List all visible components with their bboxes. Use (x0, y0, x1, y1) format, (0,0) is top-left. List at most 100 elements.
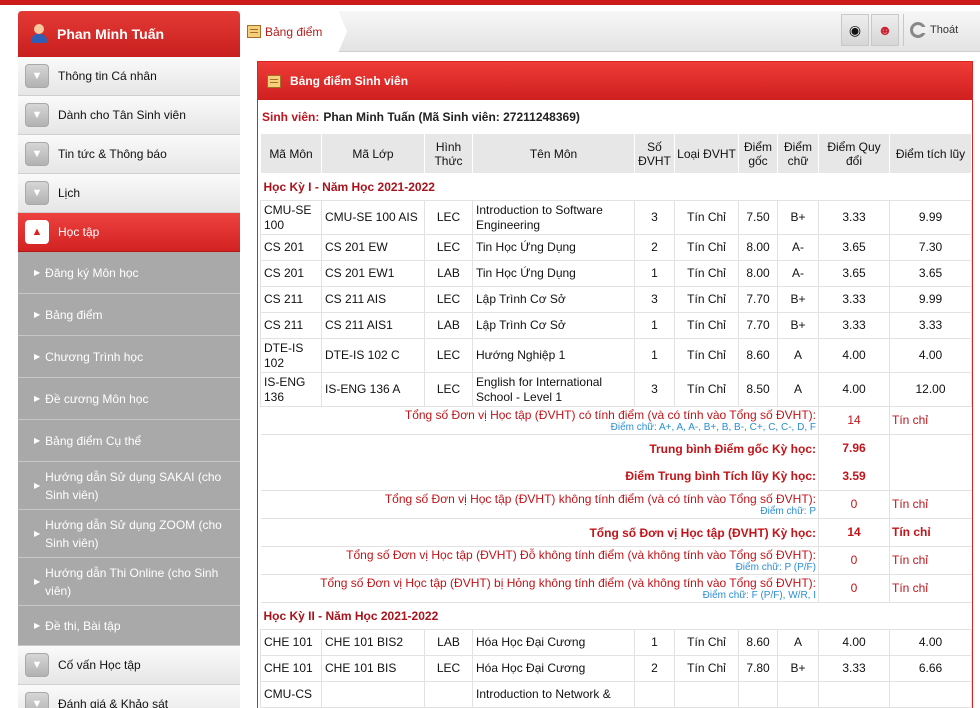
table-cell: IS-ENG 136 A (321, 372, 425, 407)
table-cell: A- (777, 260, 819, 287)
table-cell: 3.65 (889, 260, 972, 287)
table-cell: 3 (634, 200, 675, 235)
table-cell: CHE 101 (260, 629, 322, 656)
breadcrumb[interactable]: Bảng điểm (241, 11, 347, 52)
student-label: Sinh viên: (262, 109, 320, 124)
table-cell: 7.80 (738, 655, 778, 682)
table-cell: Hóa Học Đại Cương (472, 629, 635, 656)
sidebar-user-header[interactable]: Phan Minh Tuấn (18, 11, 240, 57)
arrow-right-icon: ▶ (34, 528, 41, 538)
table-row: CHE 101 CHE 101 BIS2 LAB Hóa Học Đại Cương 1… (260, 629, 972, 656)
table-cell: 4.00 (818, 629, 890, 656)
semester-header: Học Kỳ I - Năm Học 2021-2022 (260, 173, 972, 201)
table-cell: CS 211 (260, 286, 322, 313)
sidebar-subitem-zoom-guide[interactable]: ▶ Hướng dẫn Sử dụng ZOOM (cho Sinh viên) (18, 510, 240, 558)
table-cell: CS 211 AIS1 (321, 312, 425, 339)
profile-icon[interactable]: ☻ (871, 14, 899, 46)
user-icon (30, 24, 48, 44)
table-cell: LEC (424, 200, 473, 235)
sidebar-subitem-course-registration[interactable]: ▶ Đăng ký Môn học (18, 252, 240, 294)
chevron-down-icon: ▼ (25, 142, 49, 166)
table-cell: Hóa Học Đại Cương (472, 655, 635, 682)
summary-value: 14 (818, 406, 890, 435)
sidebar-subitem-curriculum[interactable]: ▶ Chương Trình học (18, 336, 240, 378)
table-cell: Tín Chỉ (674, 312, 739, 339)
logout-button[interactable]: Thoát (903, 14, 980, 46)
table-cell: Tín Chỉ (674, 629, 739, 656)
sidebar-item-evaluation-survey[interactable]: ▼ Đánh giá & Khảo sát (18, 685, 240, 708)
summary-value: 7.96 (818, 434, 890, 463)
table-cell: A (777, 372, 819, 407)
table-cell: A (777, 338, 819, 373)
table-cell: CS 201 (260, 260, 322, 287)
chevron-down-icon: ▼ (25, 692, 49, 708)
table-cell: LAB (424, 629, 473, 656)
summary-value: 3.59 (818, 462, 890, 491)
table-cell: 7.50 (738, 200, 778, 235)
table-cell: 3.65 (818, 260, 890, 287)
table-cell: Tín Chỉ (674, 338, 739, 373)
table-cell: 9.99 (889, 286, 972, 313)
table-cell (777, 681, 819, 708)
sidebar-subitem-sakai-guide[interactable]: ▶ Hướng dẫn Sử dụng SAKAI (cho Sinh viên… (18, 462, 240, 510)
sidebar-item-label: Đánh giá & Khảo sát (58, 697, 169, 708)
transcript-panel: Bảng điểm Sinh viên Sinh viên: Phan Minh… (257, 61, 973, 708)
sidebar-item-calendar[interactable]: ▼ Lịch (18, 174, 240, 213)
webcam-icon[interactable]: ◉ (841, 14, 869, 46)
sidebar-subitem-transcript[interactable]: ▶ Bảng điểm (18, 294, 240, 336)
sidebar-subitem-label: Hướng dẫn Sử dụng ZOOM (cho Sinh viên) (45, 517, 222, 550)
sidebar-subitem-label: Đăng ký Môn học (45, 265, 139, 280)
sidebar-subitem-detailed-transcript[interactable]: ▶ Bảng điểm Cụ thể (18, 420, 240, 462)
summary-label: Tổng số Đơn vị Học tập (ĐVHT) Kỳ học: (589, 525, 816, 540)
table-cell: A- (777, 234, 819, 261)
power-icon (910, 22, 928, 38)
sidebar-subitem-syllabus[interactable]: ▶ Đề cương Môn học (18, 378, 240, 420)
table-cell: LAB (424, 260, 473, 287)
table-cell: Hướng Nghiệp 1 (472, 338, 635, 373)
table-cell: CMU-CS (260, 681, 322, 708)
table-cell: Tin Học Ứng Dụng (472, 234, 635, 261)
summary-label: Điểm Trung bình Tích lũy Kỳ học: (625, 469, 816, 484)
summary-row-ungraded: Tổng số Đơn vị Học tập (ĐVHT) không tính… (260, 490, 972, 519)
sidebar-subitem-exams-assignments[interactable]: ▶ Đề thi, Bài tập (18, 606, 240, 646)
sidebar-item-label: Thông tin Cá nhân (58, 69, 157, 83)
table-cell: 3 (634, 286, 675, 313)
sidebar-item-label: Cố vấn Học tập (58, 658, 141, 672)
summary-value: 0 (818, 546, 890, 575)
table-cell: IS-ENG 136 (260, 372, 322, 407)
table-cell: 8.50 (738, 372, 778, 407)
col-header: Loại ĐVHT (674, 133, 739, 174)
sidebar-item-study[interactable]: ▲ Học tập (18, 213, 240, 252)
sidebar-item-academic-advisor[interactable]: ▼ Cố vấn Học tập (18, 646, 240, 685)
table-cell: CS 211 AIS (321, 286, 425, 313)
table-cell (424, 681, 473, 708)
table-cell: 4.00 (889, 338, 972, 373)
table-cell: LEC (424, 234, 473, 261)
summary-unit: Tín chỉ (889, 406, 972, 435)
table-cell: DTE-IS 102 (260, 338, 322, 373)
student-info: Sinh viên: Phan Minh Tuấn (Mã Sinh viên:… (258, 100, 972, 133)
summary-unit-empty (890, 463, 972, 491)
table-cell: LEC (424, 286, 473, 313)
sidebar-subitem-label: Chương Trình học (45, 349, 144, 364)
summary-value: 0 (818, 574, 890, 603)
summary-row-pass: Tổng số Đơn vị Học tập (ĐVHT) Đỗ không t… (260, 546, 972, 575)
table-cell: English for International School - Level… (472, 372, 635, 407)
summary-value: 14 (818, 518, 890, 547)
chevron-up-icon: ▲ (25, 220, 49, 244)
table-cell: 7.70 (738, 312, 778, 339)
table-cell: LAB (424, 312, 473, 339)
table-cell: 8.00 (738, 260, 778, 287)
table-cell: Tín Chỉ (674, 200, 739, 235)
arrow-right-icon: ▶ (34, 393, 41, 403)
sidebar-item-personal-info[interactable]: ▼ Thông tin Cá nhân (18, 57, 240, 96)
sidebar-item-new-students[interactable]: ▼ Dành cho Tân Sinh viên (18, 96, 240, 135)
sidebar-item-label: Tin tức & Thông báo (58, 147, 167, 161)
table-cell: 3.65 (818, 234, 890, 261)
sidebar-subitem-online-exam-guide[interactable]: ▶ Hướng dẫn Thi Online (cho Sinh viên) (18, 558, 240, 606)
table-cell: Lập Trình Cơ Sở (472, 312, 635, 339)
col-header: Điểm gốc (738, 133, 778, 174)
table-cell: 3.33 (889, 312, 972, 339)
grades-table: Mã Môn Mã Lớp Hình Thức Tên Môn Số ĐVHT … (260, 133, 972, 708)
sidebar-item-news[interactable]: ▼ Tin tức & Thông báo (18, 135, 240, 174)
